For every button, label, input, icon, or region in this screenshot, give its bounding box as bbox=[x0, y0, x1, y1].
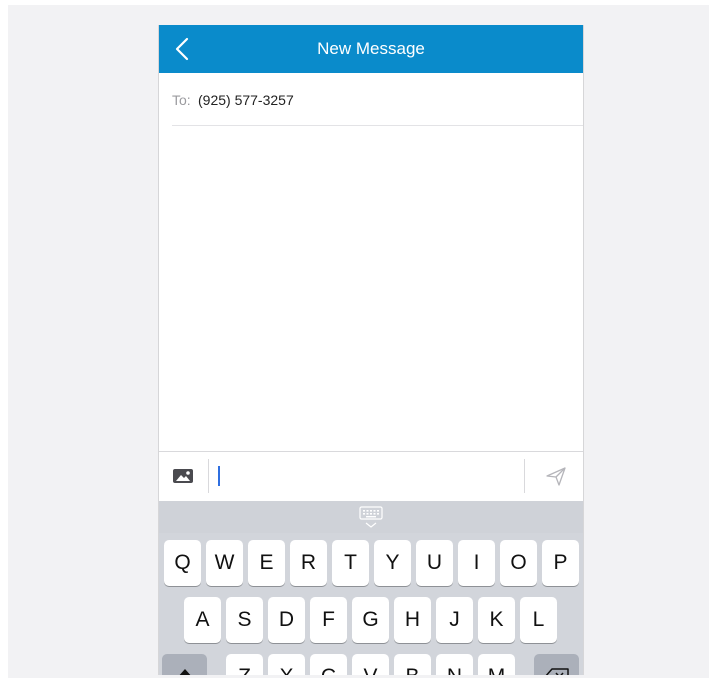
key-o[interactable]: O bbox=[500, 540, 537, 586]
key-t[interactable]: T bbox=[332, 540, 369, 586]
key-q[interactable]: Q bbox=[164, 540, 201, 586]
backspace-icon[interactable] bbox=[534, 654, 579, 675]
on-screen-keyboard: Q W E R T Y U I O P A S D F G H J K L bbox=[159, 501, 583, 675]
message-input[interactable] bbox=[215, 459, 519, 495]
key-z[interactable]: Z bbox=[226, 654, 263, 675]
key-j[interactable]: J bbox=[436, 597, 473, 643]
key-l[interactable]: L bbox=[520, 597, 557, 643]
keyboard-toolbar bbox=[159, 501, 583, 533]
key-i[interactable]: I bbox=[458, 540, 495, 586]
composer-divider-right bbox=[524, 459, 525, 493]
page-title: New Message bbox=[317, 39, 425, 58]
key-c[interactable]: C bbox=[310, 654, 347, 675]
app-canvas: New Message To: (925) 577-3257 Q W E R T… bbox=[8, 5, 709, 678]
key-k[interactable]: K bbox=[478, 597, 515, 643]
key-e[interactable]: E bbox=[248, 540, 285, 586]
key-m[interactable]: M bbox=[478, 654, 515, 675]
key-p[interactable]: P bbox=[542, 540, 579, 586]
key-a[interactable]: A bbox=[184, 597, 221, 643]
key-v[interactable]: V bbox=[352, 654, 389, 675]
key-n[interactable]: N bbox=[436, 654, 473, 675]
key-f[interactable]: F bbox=[310, 597, 347, 643]
keyboard-row-1: Q W E R T Y U I O P bbox=[159, 540, 583, 586]
keyboard-row-3: Z X C V B N M bbox=[159, 654, 583, 675]
key-r[interactable]: R bbox=[290, 540, 327, 586]
keyboard-hide-icon[interactable] bbox=[355, 506, 387, 530]
key-x[interactable]: X bbox=[268, 654, 305, 675]
recipient-field[interactable]: To: (925) 577-3257 bbox=[172, 73, 583, 126]
paper-plane-icon[interactable] bbox=[545, 465, 567, 487]
key-h[interactable]: H bbox=[394, 597, 431, 643]
image-icon[interactable] bbox=[172, 467, 194, 485]
recipient-label: To: bbox=[172, 92, 191, 108]
key-b[interactable]: B bbox=[394, 654, 431, 675]
key-y[interactable]: Y bbox=[374, 540, 411, 586]
header-bar: New Message bbox=[159, 25, 583, 73]
keyboard-row-2: A S D F G H J K L bbox=[159, 597, 583, 643]
recipient-value[interactable]: (925) 577-3257 bbox=[198, 92, 294, 108]
key-u[interactable]: U bbox=[416, 540, 453, 586]
shift-icon[interactable] bbox=[162, 654, 207, 675]
message-composer bbox=[159, 451, 583, 502]
key-g[interactable]: G bbox=[352, 597, 389, 643]
key-w[interactable]: W bbox=[206, 540, 243, 586]
text-caret bbox=[218, 466, 220, 486]
composer-divider-left bbox=[208, 459, 209, 493]
key-s[interactable]: S bbox=[226, 597, 263, 643]
phone-screen: New Message To: (925) 577-3257 Q W E R T… bbox=[158, 25, 584, 675]
key-d[interactable]: D bbox=[268, 597, 305, 643]
